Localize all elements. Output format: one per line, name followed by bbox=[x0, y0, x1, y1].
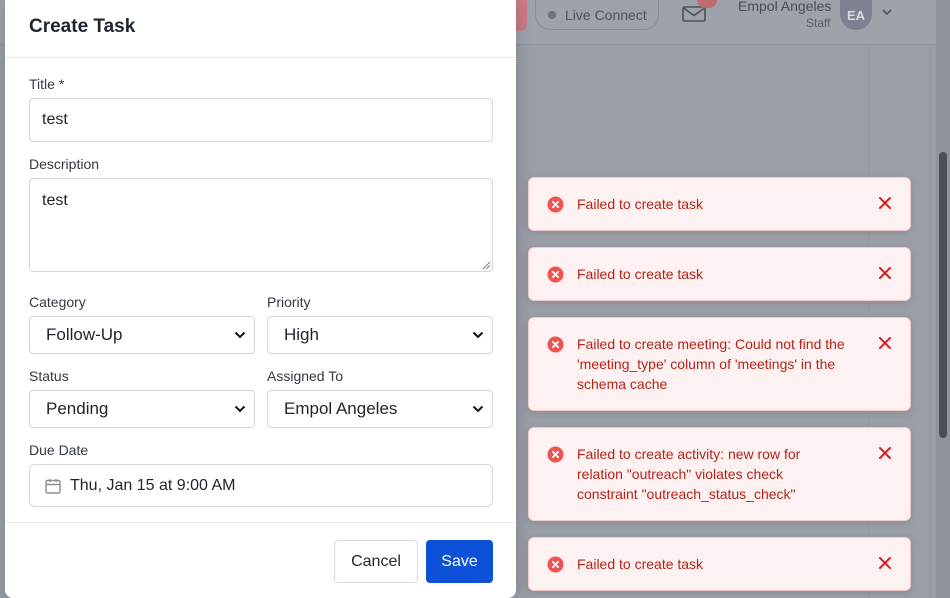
user-name: Empol Angeles bbox=[738, 0, 832, 14]
calendar-icon bbox=[45, 479, 61, 494]
status-select[interactable]: Pending bbox=[29, 390, 255, 428]
toast-message: Failed to create meeting: Could not find… bbox=[577, 336, 845, 392]
title-input[interactable] bbox=[29, 98, 493, 142]
title-label: Title * bbox=[29, 76, 65, 92]
toast-message: Failed to create task bbox=[577, 196, 704, 212]
modal-title: Create Task bbox=[29, 16, 136, 37]
modal-footer-divider bbox=[5, 522, 516, 523]
close-icon[interactable] bbox=[878, 196, 892, 210]
resize-grip-icon[interactable] bbox=[482, 261, 491, 270]
create-task-modal: Create Task Title * Description test Cat… bbox=[5, 0, 516, 598]
error-circle-icon bbox=[547, 266, 564, 283]
error-toast: Failed to create meeting: Could not find… bbox=[528, 317, 911, 411]
chevron-down-icon bbox=[234, 331, 246, 339]
description-label: Description bbox=[29, 156, 100, 172]
panel-divider bbox=[930, 44, 931, 598]
due-date-label: Due Date bbox=[29, 442, 89, 458]
error-circle-icon bbox=[547, 446, 564, 463]
priority-select[interactable]: High bbox=[267, 316, 493, 354]
assigned-to-label: Assigned To bbox=[267, 368, 344, 384]
error-circle-icon bbox=[547, 336, 564, 353]
error-circle-icon bbox=[547, 196, 564, 213]
assigned-to-select[interactable]: Empol Angeles bbox=[267, 390, 493, 428]
due-date-input[interactable]: Thu, Jan 15 at 9:00 AM bbox=[29, 464, 493, 507]
save-button[interactable]: Save bbox=[426, 540, 493, 583]
live-connect-label: Live Connect bbox=[565, 6, 647, 23]
error-toast: Failed to create task bbox=[528, 537, 911, 591]
status-value: Pending bbox=[46, 399, 109, 418]
modal-header-divider bbox=[5, 57, 516, 58]
live-status-dot bbox=[548, 10, 556, 19]
cancel-button[interactable]: Cancel bbox=[334, 540, 418, 583]
error-toast: Failed to create activity: new row for r… bbox=[528, 427, 911, 521]
close-icon[interactable] bbox=[878, 446, 892, 460]
mail-icon[interactable] bbox=[682, 6, 706, 22]
chevron-down-icon bbox=[472, 405, 484, 413]
close-icon[interactable] bbox=[878, 556, 892, 570]
assigned-to-value: Empol Angeles bbox=[284, 399, 398, 418]
priority-value: High bbox=[284, 325, 319, 344]
error-circle-icon bbox=[547, 556, 564, 573]
error-toast: Failed to create task bbox=[528, 247, 911, 301]
live-connect-button[interactable]: Live Connect bbox=[535, 0, 659, 30]
close-icon[interactable] bbox=[878, 266, 892, 280]
toast-message: Failed to create task bbox=[577, 556, 704, 572]
close-icon[interactable] bbox=[878, 336, 892, 350]
user-role: Staff bbox=[806, 16, 831, 30]
error-toast: Failed to create task bbox=[528, 177, 911, 231]
description-textarea[interactable]: test bbox=[29, 178, 493, 272]
chevron-down-icon[interactable] bbox=[881, 6, 893, 18]
toast-message: Failed to create task bbox=[577, 266, 704, 282]
category-select[interactable]: Follow-Up bbox=[29, 316, 255, 354]
chevron-down-icon bbox=[234, 405, 246, 413]
scrollbar-thumb[interactable] bbox=[939, 152, 947, 438]
chevron-down-icon bbox=[472, 331, 484, 339]
priority-label: Priority bbox=[267, 294, 311, 310]
due-date-value: Thu, Jan 15 at 9:00 AM bbox=[70, 476, 236, 494]
status-label: Status bbox=[29, 368, 69, 384]
category-value: Follow-Up bbox=[46, 325, 123, 344]
toast-message: Failed to create activity: new row for r… bbox=[577, 446, 801, 502]
category-label: Category bbox=[29, 294, 86, 310]
